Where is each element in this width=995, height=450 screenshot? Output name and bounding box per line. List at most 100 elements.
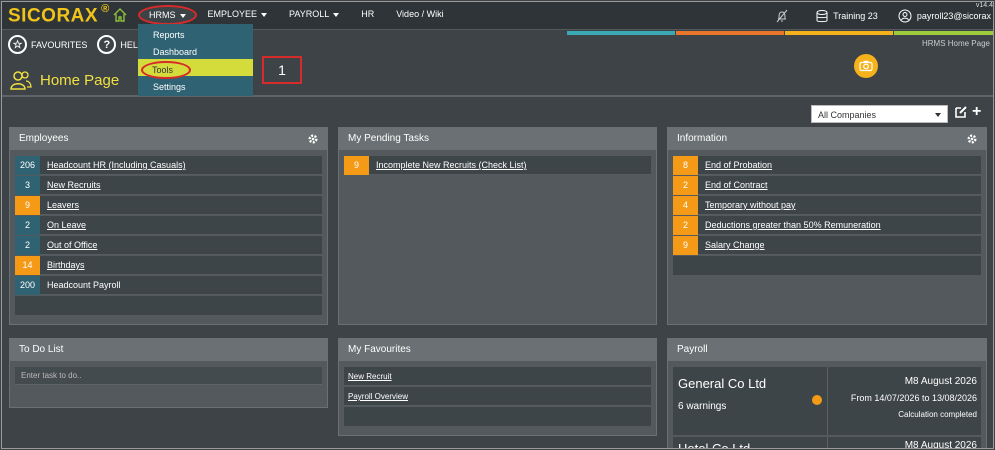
color-stripe (676, 31, 784, 35)
panel-title: To Do List (19, 344, 64, 355)
list-item-link[interactable]: On Leave (40, 220, 86, 230)
company-select[interactable]: All Companies (811, 105, 948, 123)
list-item[interactable]: 9 Incomplete New Recruits (Check List) (344, 155, 651, 175)
panel-header: Information (668, 128, 986, 150)
panel-title: Information (677, 133, 728, 144)
nav-hr[interactable]: HR (350, 2, 385, 30)
hrms-dropdown-menu: Reports Dashboard Tools Settings (138, 24, 253, 96)
employees-panel: Employees 206 Headcount HR (Including Cas… (9, 127, 328, 325)
panel-title: My Favourites (348, 344, 411, 355)
empty-row (344, 407, 651, 426)
list-item[interactable]: 14 Birthdays (15, 255, 322, 275)
logo[interactable]: SICORAX ® (8, 3, 110, 27)
top-right-tools: Training 23 payroll23@sicorax (774, 2, 993, 30)
count-badge: 2 (15, 235, 40, 255)
favourite-link[interactable]: Payroll Overview (344, 387, 651, 406)
payroll-period: M8 August 2026 (904, 376, 977, 387)
caret-down-icon (179, 13, 186, 18)
gear-icon[interactable] (966, 133, 978, 145)
caret-down-icon (261, 12, 268, 17)
payroll-company: General Co Ltd (678, 376, 767, 391)
list-item[interactable]: 2 Out of Office (15, 235, 322, 255)
list-item-link[interactable]: Salary Change (698, 240, 765, 250)
list-item[interactable]: 4 Temporary without pay (673, 195, 981, 215)
home-icon[interactable] (112, 7, 128, 23)
count-badge: 9 (344, 155, 369, 175)
list-item-link[interactable]: End of Probation (698, 160, 772, 170)
nav-video-wiki[interactable]: Video / Wiki (385, 2, 454, 30)
count-badge: 206 (15, 155, 40, 175)
payroll-period: M8 August 2026 (904, 440, 977, 449)
favourites-link[interactable]: FAVOURITES (31, 40, 87, 50)
user-menu[interactable]: payroll23@sicorax (898, 9, 991, 23)
menu-item-dashboard[interactable]: Dashboard (138, 44, 253, 61)
list-item-link[interactable]: Out of Office (40, 240, 97, 250)
list-item-link[interactable]: Deductions greater than 50% Remuneration (698, 220, 881, 230)
color-stripe (894, 31, 993, 35)
count-badge: 8 (673, 155, 698, 175)
todo-input[interactable]: Enter task to do.. (15, 367, 322, 385)
users-icon (10, 71, 32, 90)
favourite-link[interactable]: New Recruit (344, 367, 651, 386)
caret-down-icon (333, 12, 340, 17)
list-item[interactable]: 3 New Recruits (15, 175, 322, 195)
quick-bar: ☆ FAVOURITES ? HELP (8, 35, 154, 54)
panel-title: Payroll (677, 344, 708, 355)
database-label: Training 23 (833, 11, 878, 21)
empty-row (15, 296, 322, 315)
camera-icon[interactable] (854, 54, 878, 78)
help-icon[interactable]: ? (97, 35, 117, 54)
panel-header: Employees (10, 128, 327, 150)
count-badge: 4 (673, 195, 698, 215)
list-item[interactable]: 2 Deductions greater than 50% Remuneratio… (673, 215, 981, 235)
list-item-link[interactable]: Leavers (40, 200, 79, 210)
list-item[interactable]: 206 Headcount HR (Including Casuals) (15, 155, 322, 175)
menu-item-settings[interactable]: Settings (138, 79, 253, 96)
gear-icon[interactable] (307, 133, 319, 145)
list-item[interactable]: 2 End of Contract (673, 175, 981, 195)
menu-item-tools[interactable]: Tools (141, 61, 191, 79)
database-selector[interactable]: Training 23 (816, 9, 878, 23)
edit-icon[interactable] (954, 105, 968, 119)
list-item-link: Headcount Payroll (47, 280, 121, 290)
notifications-off-icon[interactable] (774, 8, 790, 24)
information-panel: Information 8 End of Probation 2 End of Con… (667, 127, 987, 325)
chevron-down-icon (935, 113, 941, 117)
page-title: Home Page (10, 70, 119, 90)
list-item-link[interactable]: Birthdays (40, 260, 85, 270)
todo-panel: To Do List Enter task to do.. (9, 338, 328, 408)
payroll-card[interactable]: General Co Ltd 6 warnings M8 August 2026… (673, 367, 981, 435)
list-item[interactable]: 200 Headcount Payroll (15, 275, 322, 295)
list-item-link[interactable]: Headcount HR (Including Casuals) (40, 160, 186, 170)
count-badge: 3 (15, 175, 40, 195)
payroll-card[interactable]: Hotel Co Ltd M8 August 2026 (673, 437, 981, 449)
count-badge: 9 (673, 235, 698, 255)
payroll-company: Hotel Co Ltd (678, 441, 751, 449)
color-stripe (785, 31, 893, 35)
list-item-link[interactable]: New Recruits (40, 180, 101, 190)
list-item-link[interactable]: Incomplete New Recruits (Check List) (369, 160, 527, 170)
list-item[interactable]: 9 Leavers (15, 195, 322, 215)
panel-header: My Pending Tasks (339, 128, 656, 150)
app-window: SICORAX ® HRMS EMPLOYEE PAYROLL HR Video / Wi… (1, 1, 994, 449)
menu-item-reports[interactable]: Reports (138, 27, 253, 44)
empty-row (673, 256, 981, 275)
panel-title: Employees (19, 133, 69, 144)
nav-hrms[interactable]: HRMS (138, 5, 197, 25)
payroll-range: From 14/07/2026 to 13/08/2026 (850, 393, 977, 403)
company-select-value: All Companies (818, 110, 877, 120)
count-badge: 200 (15, 275, 40, 295)
list-item[interactable]: 8 End of Probation (673, 155, 981, 175)
star-icon[interactable]: ☆ (8, 35, 27, 54)
panel-header: To Do List (10, 339, 327, 361)
color-stripe (567, 31, 675, 35)
add-widget-icon[interactable]: + (972, 104, 981, 120)
list-item[interactable]: 2 On Leave (15, 215, 322, 235)
color-stripes (567, 31, 993, 35)
nav-payroll[interactable]: PAYROLL (278, 2, 350, 30)
list-item-link[interactable]: End of Contract (698, 180, 768, 190)
list-item[interactable]: 9 Salary Change (673, 235, 981, 255)
breadcrumb: HRMS Home Page (921, 39, 990, 48)
payroll-warnings[interactable]: 6 warnings (678, 401, 827, 412)
list-item-link[interactable]: Temporary without pay (698, 200, 796, 210)
